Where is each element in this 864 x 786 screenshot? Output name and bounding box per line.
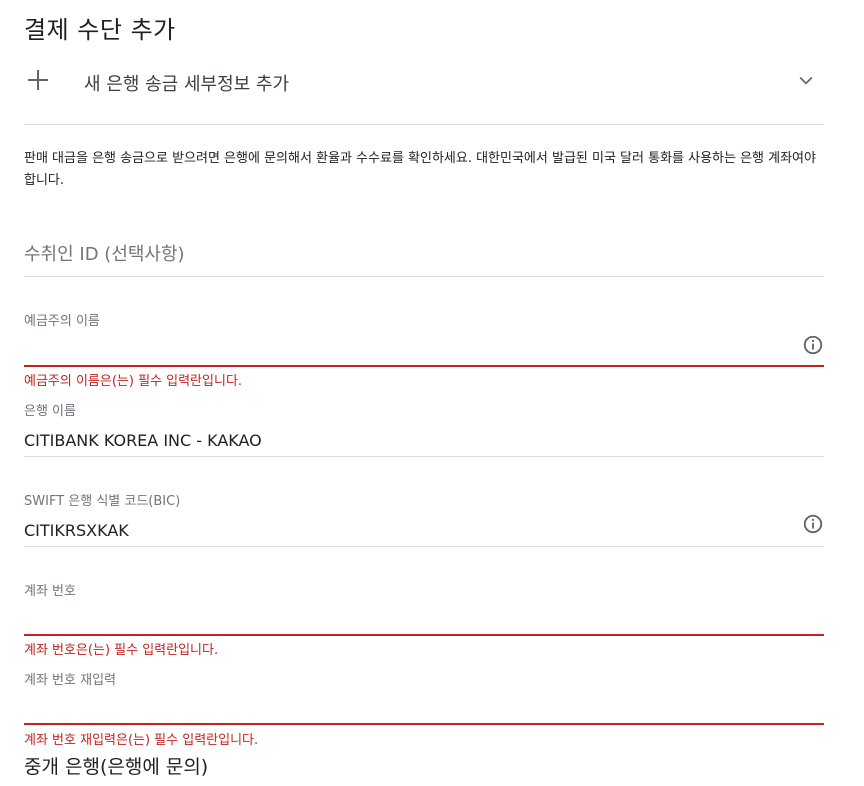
payee-id-underline	[24, 276, 824, 277]
plus-icon	[28, 70, 48, 90]
swift-label: SWIFT 은행 식별 코드(BIC)	[24, 494, 181, 509]
account-number-error: 계좌 번호은(는) 필수 입력란입니다.	[24, 643, 219, 658]
account-number-confirm-input[interactable]	[24, 702, 784, 721]
chevron-down-icon[interactable]	[796, 70, 816, 90]
divider	[24, 124, 824, 125]
account-holder-label: 예금주의 이름	[24, 314, 100, 329]
description-text: 판매 대금을 은행 송금으로 받으려면 은행에 문의해서 환율과 수수료를 확인…	[24, 151, 816, 188]
account-number-field[interactable]: 계좌 번호	[24, 580, 824, 638]
account-holder-error: 예금주의 이름은(는) 필수 입력란입니다.	[24, 374, 243, 389]
bank-name-label: 은행 이름	[24, 404, 76, 419]
bank-name-value: CITIBANK KOREA INC - KAKAO	[24, 431, 262, 450]
account-number-confirm-label: 계좌 번호 재입력	[24, 673, 116, 688]
bank-name-field: 은행 이름 CITIBANK KOREA INC - KAKAO	[24, 400, 824, 458]
account-holder-underline	[24, 365, 824, 367]
page-title: 결제 수단 추가	[24, 16, 176, 44]
account-holder-input[interactable]	[24, 343, 784, 362]
account-holder-field[interactable]: 예금주의 이름	[24, 310, 824, 368]
swift-value: CITIKRSXKAK	[24, 521, 129, 540]
account-number-confirm-field[interactable]: 계좌 번호 재입력	[24, 669, 824, 727]
swift-underline	[24, 546, 824, 547]
add-bank-transfer-expander[interactable]: 새 은행 송금 세부정보 추가	[24, 62, 824, 106]
bank-name-underline	[24, 456, 824, 457]
swift-field: SWIFT 은행 식별 코드(BIC) CITIKRSXKAK	[24, 490, 824, 548]
intermediary-bank-heading: 중개 은행(은행에 문의)	[24, 756, 209, 778]
expander-label: 새 은행 송금 세부정보 추가	[84, 74, 290, 95]
payee-id-input[interactable]	[24, 244, 784, 265]
account-number-confirm-error: 계좌 번호 재입력은(는) 필수 입력란입니다.	[24, 733, 259, 748]
account-number-confirm-underline	[24, 723, 824, 725]
account-number-input[interactable]	[24, 613, 784, 632]
info-icon[interactable]	[802, 513, 824, 535]
account-number-underline	[24, 634, 824, 636]
account-number-label: 계좌 번호	[24, 584, 76, 599]
payee-id-field[interactable]	[24, 244, 824, 277]
info-icon[interactable]	[802, 334, 824, 356]
